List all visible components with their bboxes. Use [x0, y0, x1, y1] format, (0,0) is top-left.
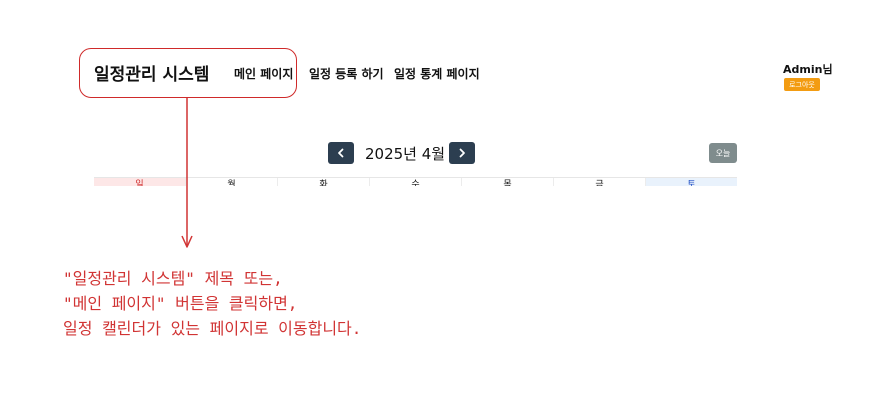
annotation-text: "일정관리 시스템" 제목 또는, "메인 페이지" 버튼을 클릭하면, 일정 … — [63, 266, 361, 341]
annotation-line: "메인 페이지" 버튼을 클릭하면, — [63, 294, 298, 313]
annotation-arrow — [181, 98, 193, 248]
annotation-line: 일정 캘린더가 있는 페이지로 이동합니다. — [63, 319, 362, 338]
annotation-line: "일정관리 시스템" 제목 또는, — [63, 269, 283, 288]
